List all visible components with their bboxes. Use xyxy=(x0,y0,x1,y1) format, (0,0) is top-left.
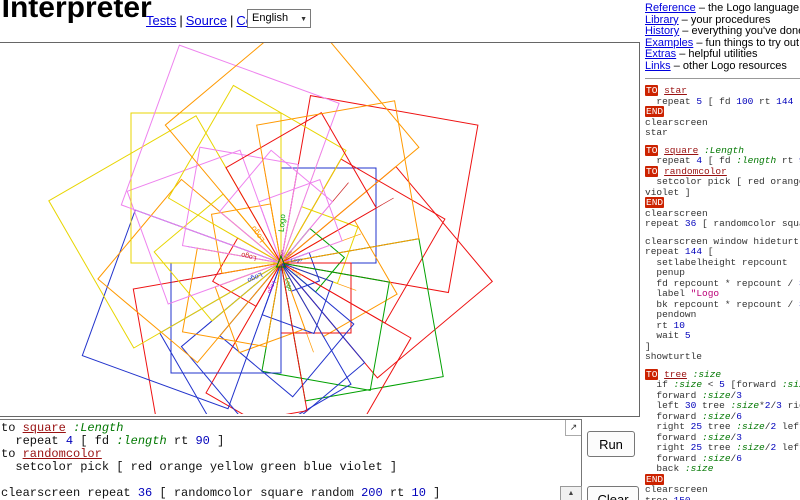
run-button[interactable]: Run xyxy=(587,431,635,457)
svg-text:Logo: Logo xyxy=(291,257,303,264)
example-code-block-star[interactable]: TO star repeat 5 [ fd 100 rt 144 ] END c… xyxy=(645,85,800,139)
scroll-up-icon[interactable]: ▲ xyxy=(560,486,582,500)
page-title: Logo Interpreter xyxy=(0,0,152,24)
extras-desc: – helpful utilities xyxy=(676,48,758,60)
sidebar-divider xyxy=(645,78,800,79)
history-desc: – everything you've done xyxy=(679,25,800,37)
links-link[interactable]: Links xyxy=(645,60,671,72)
turtle-drawing-svg: LogoLogoLogoLogoLogoLogoLogoLogoLogoLogo xyxy=(48,43,494,414)
link-separator: | xyxy=(179,13,183,28)
svg-text:Logo: Logo xyxy=(240,251,257,262)
extras-link[interactable]: Extras xyxy=(645,48,676,60)
language-select-value: English xyxy=(252,12,289,24)
link-separator: | xyxy=(229,13,234,28)
sidebar: Reference – the Logo language Library – … xyxy=(645,2,800,500)
reference-desc: – the Logo language xyxy=(695,2,800,14)
reference-link[interactable]: Reference xyxy=(645,2,696,14)
sidebar-item-links: Links – other Logo resources xyxy=(645,59,800,73)
chevron-down-icon: ▼ xyxy=(300,16,307,23)
example-code-block-squares[interactable]: TO square :Length repeat 4 [ fd :length … xyxy=(645,144,800,230)
turtle-canvas[interactable]: Logo Logo Logo Logo Logo Logo Logo Logo Logo Logo xyxy=(0,42,640,417)
library-link[interactable]: Library xyxy=(645,14,679,26)
editor-content[interactable]: to square :Length repeat 4 [ fd :length … xyxy=(1,422,563,500)
code-editor[interactable]: to square :Length repeat 4 [ fd :length … xyxy=(0,419,582,500)
example-code-block-tree[interactable]: TO tree :size if :size < 5 [forward :siz… xyxy=(645,368,800,500)
examples-desc: – fun things to try out xyxy=(693,36,800,49)
language-select[interactable]: English ▼ xyxy=(247,9,311,28)
source-link[interactable]: Source xyxy=(186,13,227,28)
library-desc: – your procedures xyxy=(678,13,771,26)
examples-link[interactable]: Examples xyxy=(645,37,693,49)
resize-icon[interactable]: ↗ xyxy=(565,420,581,436)
app-root: Logo Interpreter Tests|Source|Collaborat… xyxy=(0,0,800,500)
scroll-up-glyph: ▲ xyxy=(567,490,575,497)
links-desc: – other Logo resources xyxy=(670,59,787,72)
svg-text:Logo: Logo xyxy=(277,213,288,232)
resize-glyph: ↗ xyxy=(569,422,578,432)
history-link[interactable]: History xyxy=(645,25,679,37)
clear-button[interactable]: Clear xyxy=(587,486,639,500)
example-code-block-label-spiral[interactable]: clearscreen window hideturtle repeat 144… xyxy=(645,236,800,363)
tests-link[interactable]: Tests xyxy=(146,13,176,28)
